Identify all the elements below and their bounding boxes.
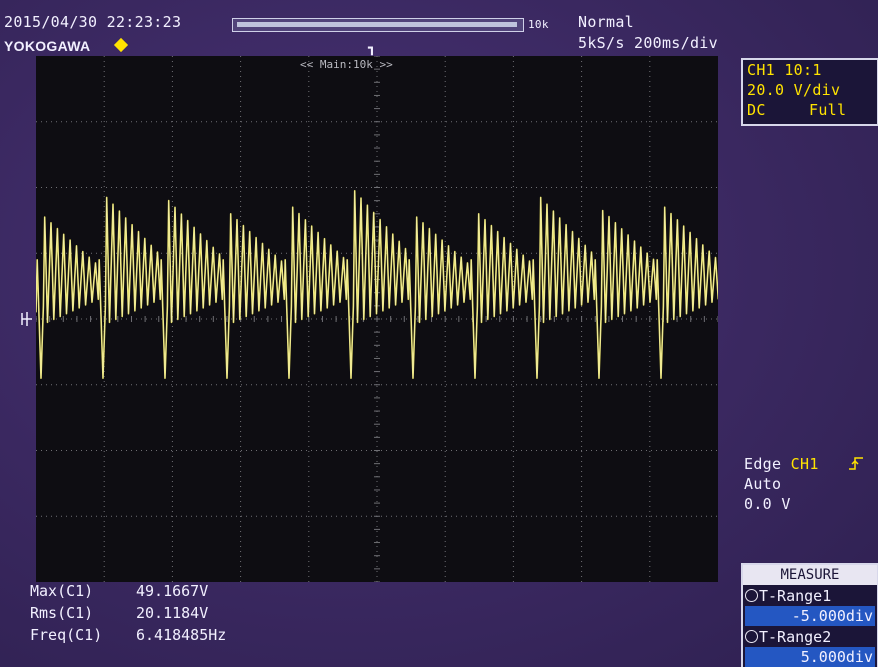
trigger-source: Edge CH1	[744, 456, 819, 473]
ground-level-icon	[21, 312, 32, 326]
trigger-level: 0.0 V	[744, 495, 791, 513]
t-range2-value[interactable]: 5.000div	[745, 647, 875, 667]
channel-1-panel[interactable]: CH1 10:1 20.0 V/div DC Full	[741, 58, 878, 126]
t-range1-button[interactable]: T-Range1	[745, 587, 875, 605]
measurement-value: 6.418485Hz	[136, 626, 227, 644]
trigger-mode-label: Normal	[578, 13, 634, 31]
rising-edge-icon	[849, 457, 863, 470]
knob-icon	[745, 630, 758, 643]
channel-bandwidth-label: Full	[809, 101, 847, 119]
timebase-label: 5kS/s 200ms/div	[578, 34, 718, 52]
waveform-plot	[36, 56, 718, 582]
zoom-label: << Main:10k >>	[300, 58, 393, 71]
measure-menu[interactable]: MEASURE T-Range1 -5.000div T-Range2 5.00…	[741, 563, 878, 667]
waveform-graticule: << Main:10k >>	[36, 56, 718, 582]
trigger-source-channel: CH1	[790, 455, 819, 473]
knob-icon	[745, 589, 758, 602]
t-range2-button[interactable]: T-Range2	[745, 628, 875, 646]
record-length-bar-fill	[237, 22, 517, 27]
measurement-value: 49.1667V	[136, 582, 209, 600]
measure-menu-title: MEASURE	[743, 565, 877, 585]
t-range2-value-text: 5.000div	[800, 648, 873, 666]
measurement-value: 20.1184V	[136, 604, 209, 622]
measurement-label: Rms(C1)	[30, 604, 94, 622]
t-range1-value[interactable]: -5.000div	[745, 606, 875, 626]
t-range1-label: T-Range1	[759, 587, 832, 605]
timestamp: 2015/04/30 22:23:23	[4, 13, 182, 31]
trigger-type-label: Edge	[744, 455, 782, 473]
diamond-icon	[113, 37, 129, 53]
record-length-bar	[232, 18, 524, 32]
channel-scale-label: 20.0 V/div	[747, 81, 841, 99]
brand-logo: YOKOGAWA	[4, 38, 91, 54]
trigger-position-icon: ┓	[368, 41, 377, 56]
trigger-mode: Auto	[744, 475, 782, 493]
t-range2-label: T-Range2	[759, 628, 832, 646]
measurement-label: Freq(C1)	[30, 626, 103, 644]
record-length-label: 10k	[528, 18, 549, 31]
t-range1-value-text: -5.000div	[791, 607, 873, 625]
oscilloscope-screen: 2015/04/30 22:23:23 YOKOGAWA 10k Normal …	[0, 0, 878, 667]
channel-probe-label: CH1 10:1	[747, 61, 822, 79]
channel-coupling-label: DC	[747, 101, 766, 119]
ch1-waveform-trace	[36, 190, 718, 379]
measurement-label: Max(C1)	[30, 582, 94, 600]
